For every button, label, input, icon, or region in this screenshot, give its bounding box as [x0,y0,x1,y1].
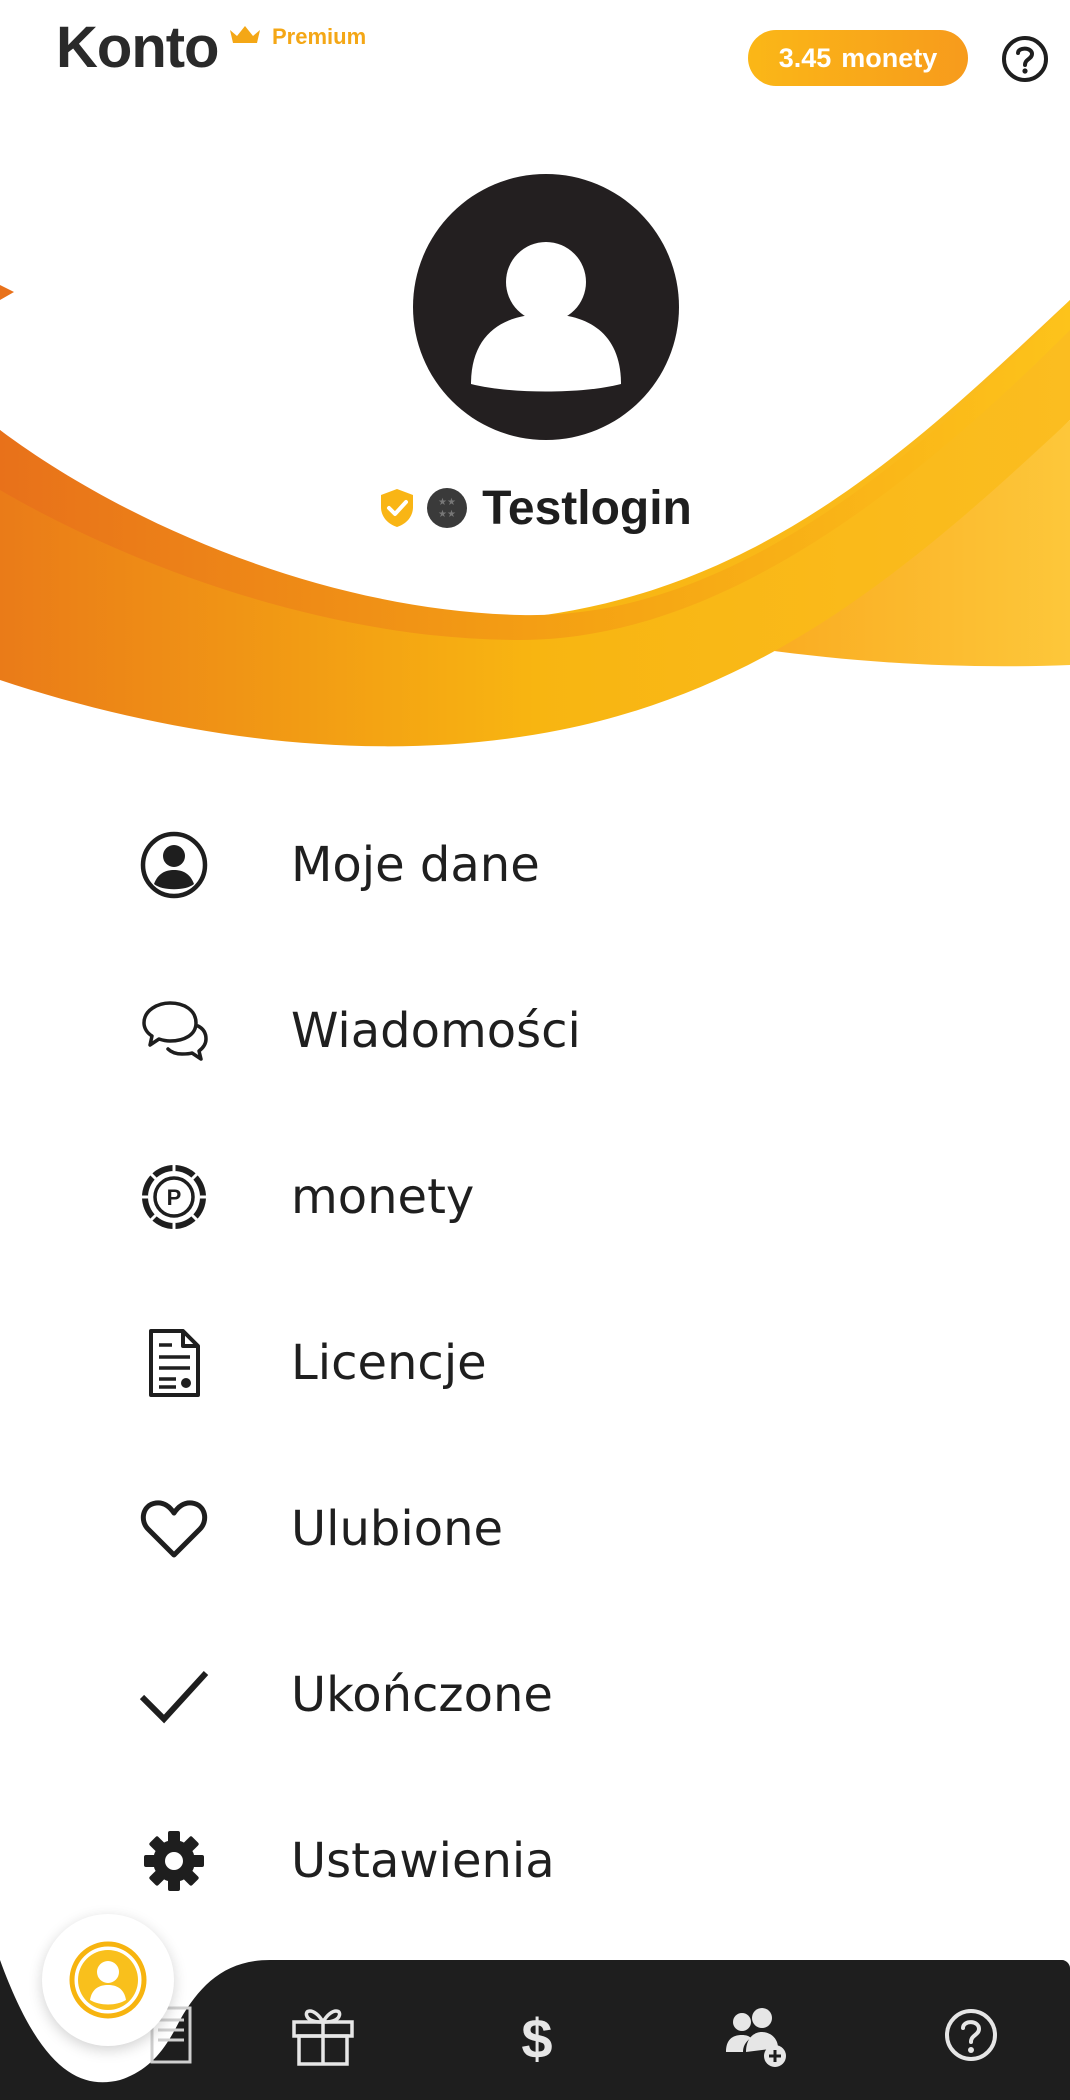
svg-text:$: $ [521,2007,552,2070]
menu-item-favorites[interactable]: Ulubione [0,1474,1070,1584]
menu-item-licenses[interactable]: Licencje [0,1308,1070,1418]
help-icon[interactable] [1000,34,1050,84]
menu-item-coins[interactable]: P monety [0,1142,1070,1252]
document-icon [138,1327,210,1399]
username-row: ★★ ★★ Testlogin [0,476,1070,540]
heart-icon [138,1493,210,1565]
gift-icon [292,2009,354,2066]
coin-icon: P [138,1161,210,1233]
profile-fab-button[interactable] [42,1914,174,2046]
menu-item-my-data[interactable]: Moje dane [0,810,1070,920]
help-icon [945,2009,997,2061]
profile-icon [69,1941,147,2019]
menu-item-label: Ustawienia [291,1833,555,1889]
chat-bubbles-icon [138,995,210,1067]
username: Testlogin [482,481,692,535]
coins-balance-button[interactable]: 3.45 monety [748,30,968,86]
menu-item-messages[interactable]: Wiadomości [0,976,1070,1086]
add-friend-icon [726,2008,786,2067]
profile-avatar[interactable] [413,174,679,440]
svg-text:★★: ★★ [438,509,456,520]
menu-item-label: Ulubione [291,1501,504,1557]
menu-item-label: monety [291,1169,475,1225]
nav-payments[interactable]: $ [502,2000,572,2070]
nav-gifts[interactable] [288,2000,358,2070]
menu-item-label: Moje dane [291,837,540,893]
gear-icon [138,1825,210,1897]
menu-item-label: Licencje [291,1335,487,1391]
rank-badge-icon: ★★ ★★ [427,488,468,528]
menu-item-label: Wiadomości [291,1003,581,1059]
svg-text:★★: ★★ [438,497,456,508]
top-bar: Konto Premium 3.45 monety [0,0,1070,120]
nav-help[interactable] [936,2000,1006,2070]
dollar-icon: $ [521,2007,552,2070]
coins-value: 3.45 [778,42,832,73]
menu-item-completed[interactable]: Ukończone [0,1640,1070,1750]
verified-shield-icon [381,489,414,527]
menu-item-settings[interactable]: Ustawienia [0,1806,1070,1916]
user-circle-icon [138,829,210,901]
nav-invite-friends[interactable] [720,2000,790,2070]
menu-item-label: Ukończone [291,1667,553,1723]
svg-text:P: P [167,1185,182,1210]
account-screen: Konto Premium 3.45 monety ★★ ★★ Testlogi… [0,0,1070,2100]
checkmark-icon [138,1659,210,1731]
page-title: Konto [56,15,219,80]
premium-badge: Premium [272,24,367,49]
coins-unit: monety [841,42,938,73]
crown-icon [230,26,260,43]
